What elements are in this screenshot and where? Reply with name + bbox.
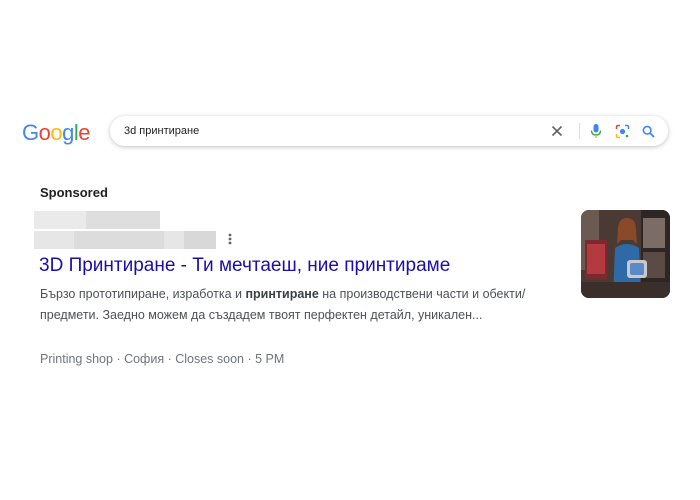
ad-title-link[interactable]: 3D Принтиране - Ти мечтаеш, ние принтира…: [39, 255, 450, 277]
ad-description-highlight: принтиране: [245, 287, 319, 301]
close-icon[interactable]: [547, 121, 567, 141]
blurred-advertiser-info: [34, 211, 216, 249]
logo-letter: e: [78, 120, 91, 145]
ad-description-text: Бързо прототипиране, изработка и: [40, 287, 246, 301]
ad-business-info: Printing shop · София · Closes soon · 5 …: [40, 352, 284, 366]
search-input[interactable]: [124, 125, 544, 137]
search-icon[interactable]: [638, 121, 658, 141]
logo-letter: o: [50, 120, 63, 145]
divider: [579, 123, 580, 139]
business-location: София: [124, 352, 165, 366]
ad-thumbnail-image[interactable]: [581, 210, 670, 298]
ad-description: Бързо прототипиране, изработка и принтир…: [40, 284, 540, 326]
logo-letter: o: [38, 120, 51, 145]
logo-letter: G: [22, 120, 39, 145]
separator: ·: [164, 352, 176, 366]
business-category: Printing shop: [40, 352, 113, 366]
sponsored-label: Sponsored: [40, 185, 108, 200]
search-actions: [547, 116, 658, 146]
search-bar: [110, 116, 668, 146]
logo-letter: g: [62, 120, 74, 145]
more-options-icon[interactable]: [228, 232, 232, 250]
separator: ·: [112, 352, 125, 366]
business-closing-time: 5 PM: [255, 352, 285, 366]
google-logo[interactable]: G o o g l e: [22, 120, 91, 146]
separator: ·: [244, 352, 256, 366]
camera-lens-icon[interactable]: [612, 121, 632, 141]
business-status: Closes soon: [175, 352, 244, 366]
microphone-icon[interactable]: [586, 121, 606, 141]
